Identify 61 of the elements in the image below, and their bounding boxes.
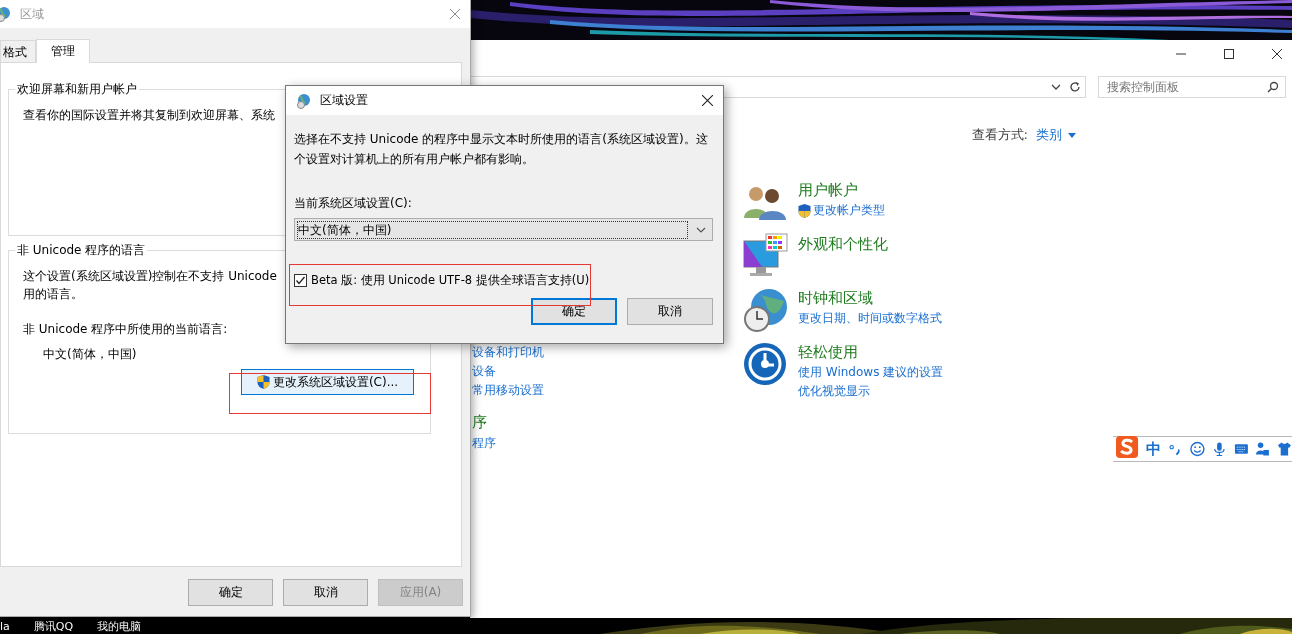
desktop-icon-label[interactable]: 腾讯QQ	[33, 620, 74, 634]
globe-icon	[296, 92, 312, 109]
category-title[interactable]: 外观和个性化	[798, 233, 888, 255]
group-description: 用的语言。	[23, 286, 83, 303]
dialog-button[interactable]: 确定	[188, 579, 273, 606]
shirt-icon[interactable]	[1277, 441, 1292, 457]
dialog-button[interactable]: 取消	[627, 298, 713, 325]
refresh-icon[interactable]	[1069, 81, 1081, 93]
category-link[interactable]: 设备和打印机	[472, 343, 742, 362]
checkbox[interactable]	[294, 274, 307, 287]
group-title: 欢迎屏幕和新用户帐户	[16, 81, 138, 98]
smiley-icon[interactable]	[1189, 441, 1205, 457]
group-title: 非 Unicode 程序的语言	[16, 242, 147, 259]
group-description: 这个设置(系统区域设置)控制在不支持 Unicode	[23, 268, 277, 285]
maximize-icon[interactable]	[1224, 49, 1234, 59]
category-title[interactable]: 轻松使用	[798, 341, 944, 363]
category-link[interactable]: 更改日期、时间或数字格式	[798, 309, 942, 328]
shield-icon	[256, 375, 270, 389]
locale-label: 当前系统区域设置(C):	[294, 195, 413, 212]
category-title[interactable]: 用户帐户	[798, 179, 885, 201]
group-description: 查看你的国际设置并将其复制到欢迎屏幕、系统	[23, 107, 276, 124]
tab[interactable]: 格式	[0, 40, 36, 62]
globe-icon	[0, 6, 12, 22]
tab[interactable]: 管理	[36, 39, 90, 63]
desktop-icon-label[interactable]: la	[0, 620, 10, 634]
view-by-label: 查看方式:	[971, 126, 1028, 144]
view-by-dropdown[interactable]: 类别	[1036, 126, 1076, 144]
keyboard-icon[interactable]	[1233, 441, 1249, 457]
microphone-icon[interactable]	[1211, 441, 1227, 457]
search-field[interactable]: 搜索控制面板	[1098, 76, 1286, 98]
category-link[interactable]: 常用移动设置	[472, 381, 742, 400]
category-link[interactable]: 更改帐户类型	[798, 201, 885, 220]
category-link[interactable]: 使用 Windows 建议的设置	[798, 363, 944, 382]
locale-dropdown[interactable]: 中文(简体，中国)	[294, 218, 713, 241]
checkbox-label[interactable]: Beta 版: 使用 Unicode UTF-8 提供全球语言支持(U)	[311, 273, 590, 288]
close-icon[interactable]	[1272, 49, 1282, 59]
category-link[interactable]: 程序	[472, 434, 742, 453]
ime-logo-icon[interactable]	[1115, 434, 1140, 460]
user-icon[interactable]	[1255, 441, 1271, 457]
current-language-value: 中文(简体，中国)	[43, 346, 138, 363]
dialog-description: 选择在不支持 Unicode 的程序中显示文本时所使用的语言(系统区域设置)。这个设置对计算机上的所有用户帐户都有影响。	[294, 131, 709, 168]
monitor-icon[interactable]	[742, 233, 788, 279]
category-title[interactable]: 时钟和区域	[798, 287, 942, 309]
ime-mode-toggle[interactable]: 中	[1146, 439, 1162, 459]
current-language-label: 非 Unicode 程序中所使用的当前语言:	[23, 321, 229, 338]
caret-icon[interactable]	[1068, 132, 1076, 138]
search-icon[interactable]	[1267, 81, 1279, 93]
window-title: 区域	[20, 5, 45, 23]
category-link[interactable]: 设备	[472, 362, 742, 381]
chevron-down-icon[interactable]	[1051, 84, 1061, 90]
accessibility-icon[interactable]	[742, 341, 788, 387]
chevron-down-icon[interactable]	[696, 226, 706, 233]
category-link[interactable]: 优化视觉显示	[798, 382, 944, 401]
desktop-icon-label[interactable]: 我的电脑	[97, 620, 142, 634]
dialog-button[interactable]: 确定	[531, 298, 617, 325]
category-title: 序	[472, 412, 488, 432]
change-locale-button[interactable]: 更改系统区域设置(C)...	[241, 369, 414, 395]
dialog-title: 区域设置	[320, 92, 369, 109]
dialog-button[interactable]: 取消	[283, 579, 368, 606]
globe-clock-icon[interactable]	[742, 287, 788, 333]
close-icon[interactable]	[702, 95, 713, 106]
